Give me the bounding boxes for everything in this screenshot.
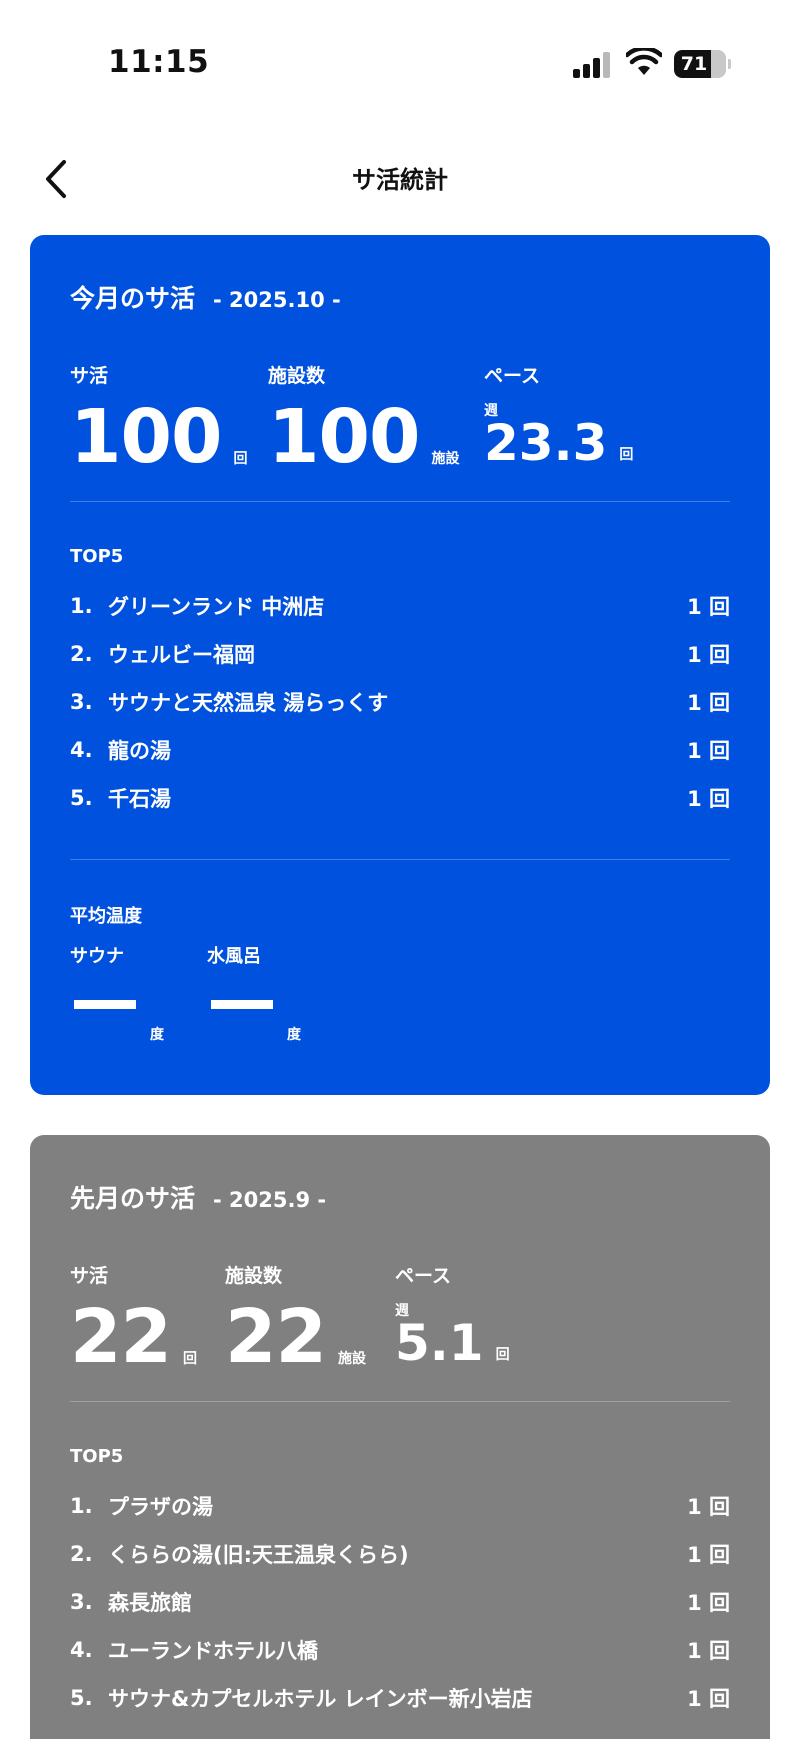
top5-count: 1 回 xyxy=(687,1639,730,1663)
battery-tip xyxy=(728,59,731,69)
visits-stat: サ活 22 回 xyxy=(70,1261,225,1374)
top5-item[interactable]: 2. くららの湯(旧:天王温泉くらら) 1 回 xyxy=(70,1530,730,1578)
visits-unit: 回 xyxy=(233,451,248,467)
top5-facility-name: 森長旅館 xyxy=(108,1591,192,1615)
cellular-signal-icon xyxy=(573,52,613,78)
facilities-value: 100 xyxy=(268,394,420,480)
top5-rank: 3. xyxy=(70,690,93,714)
top5-rank: 5. xyxy=(70,1686,93,1710)
top5-rank: 4. xyxy=(70,1638,93,1662)
top5-item[interactable]: 1. プラザの湯 1 回 xyxy=(70,1482,730,1530)
top5-label: TOP5 xyxy=(70,546,124,567)
top5-count: 1 回 xyxy=(687,787,730,811)
card-title: 先月のサ活 xyxy=(70,1184,196,1213)
card-title: 今月のサ活 xyxy=(70,284,196,313)
previous-month-card: 先月のサ活 - 2025.9 - サ活 22 回 施設数 22 施設 ペース 週… xyxy=(30,1135,770,1739)
top5-rank: 5. xyxy=(70,786,93,810)
water-bath-temp: 水風呂 度 xyxy=(207,942,337,1052)
divider xyxy=(70,859,730,860)
top5-item[interactable]: 5. 千石湯 1 回 xyxy=(70,774,730,822)
visits-stat: サ活 100 回 xyxy=(70,361,268,474)
avg-temp-label: 平均温度 xyxy=(70,906,142,927)
battery-icon: 71 xyxy=(674,50,726,78)
pace-unit: 回 xyxy=(495,1347,510,1363)
visits-value: 22 xyxy=(70,1294,172,1380)
facilities-stat: 施設数 100 施設 xyxy=(268,361,484,474)
top5-item[interactable]: 2. ウェルビー福岡 1 回 xyxy=(70,630,730,678)
top5-rank: 1. xyxy=(70,1494,93,1518)
top5-facility-name: ユーランドホテル八橋 xyxy=(108,1639,318,1663)
top5-facility-name: サウナ&カプセルホテル レインボー新小岩店 xyxy=(108,1687,533,1711)
top5-item[interactable]: 1. グリーンランド 中洲店 1 回 xyxy=(70,582,730,630)
top5-rank: 1. xyxy=(70,594,93,618)
top5-facility-name: 千石湯 xyxy=(108,787,171,811)
wifi-icon xyxy=(626,48,662,75)
pace-label: ペース xyxy=(395,1265,452,1287)
battery-level: 71 xyxy=(680,53,708,75)
pace-value: 5.1 xyxy=(395,1314,484,1372)
top5-count: 1 回 xyxy=(687,1495,730,1519)
top5-facility-name: 龍の湯 xyxy=(108,739,171,763)
water-bath-temp-unit: 度 xyxy=(287,1027,301,1043)
top5-list: 1. プラザの湯 1 回 2. くららの湯(旧:天王温泉くらら) 1 回 3. … xyxy=(70,1482,730,1722)
pace-label: ペース xyxy=(484,365,541,387)
status-bar: 11:15 71 xyxy=(0,0,800,100)
water-bath-temp-empty-dash xyxy=(211,1000,273,1009)
facilities-label: 施設数 xyxy=(268,365,326,387)
top5-count: 1 回 xyxy=(687,1591,730,1615)
top5-item[interactable]: 3. サウナと天然温泉 湯らっくす 1 回 xyxy=(70,678,730,726)
visits-value: 100 xyxy=(70,394,222,480)
stats-row: サ活 22 回 施設数 22 施設 ペース 週 5.1 回 xyxy=(70,1261,510,1374)
top5-item[interactable]: 3. 森長旅館 1 回 xyxy=(70,1578,730,1626)
top5-count: 1 回 xyxy=(687,643,730,667)
sauna-temp-unit: 度 xyxy=(150,1027,164,1043)
top5-item[interactable]: 5. サウナ&カプセルホテル レインボー新小岩店 1 回 xyxy=(70,1674,730,1722)
pace-stat: ペース 週 5.1 回 xyxy=(395,1261,510,1374)
top5-count: 1 回 xyxy=(687,691,730,715)
top5-facility-name: サウナと天然温泉 湯らっくす xyxy=(108,691,389,715)
top5-label: TOP5 xyxy=(70,1446,124,1467)
status-time: 11:15 xyxy=(108,44,210,80)
water-bath-temp-label: 水風呂 xyxy=(207,946,261,967)
top5-list: 1. グリーンランド 中洲店 1 回 2. ウェルビー福岡 1 回 3. サウナ… xyxy=(70,582,730,822)
stats-row: サ活 100 回 施設数 100 施設 ペース 週 23.3 回 xyxy=(70,361,633,474)
sauna-temp-empty-dash xyxy=(74,1000,136,1009)
top5-facility-name: くららの湯(旧:天王温泉くらら) xyxy=(108,1543,409,1567)
page-title: サ活統計 xyxy=(352,166,448,194)
top5-item[interactable]: 4. 龍の湯 1 回 xyxy=(70,726,730,774)
divider xyxy=(70,501,730,502)
visits-label: サ活 xyxy=(70,1265,109,1287)
top5-facility-name: ウェルビー福岡 xyxy=(108,643,255,667)
facilities-label: 施設数 xyxy=(225,1265,283,1287)
card-period: - 2025.9 - xyxy=(213,1188,327,1212)
sauna-temp-label: サウナ xyxy=(70,946,124,967)
top5-count: 1 回 xyxy=(687,595,730,619)
top5-count: 1 回 xyxy=(687,1687,730,1711)
facilities-stat: 施設数 22 施設 xyxy=(225,1261,395,1374)
divider xyxy=(70,1401,730,1402)
current-month-card: 今月のサ活 - 2025.10 - サ活 100 回 施設数 100 施設 ペー… xyxy=(30,235,770,1095)
top5-rank: 3. xyxy=(70,1590,93,1614)
top5-facility-name: グリーンランド 中洲店 xyxy=(108,595,325,619)
top5-item[interactable]: 4. ユーランドホテル八橋 1 回 xyxy=(70,1626,730,1674)
sauna-temp: サウナ 度 xyxy=(70,942,200,1052)
top5-count: 1 回 xyxy=(687,1543,730,1567)
nav-header: サ活統計 xyxy=(0,140,800,220)
visits-unit: 回 xyxy=(182,1351,197,1367)
visits-label: サ活 xyxy=(70,365,109,387)
pace-stat: ペース 週 23.3 回 xyxy=(484,361,633,474)
top5-rank: 4. xyxy=(70,738,93,762)
facilities-unit: 施設 xyxy=(337,1351,366,1367)
facilities-value: 22 xyxy=(225,1294,327,1380)
top5-rank: 2. xyxy=(70,1542,93,1566)
top5-count: 1 回 xyxy=(687,739,730,763)
facilities-unit: 施設 xyxy=(431,451,460,467)
pace-value: 23.3 xyxy=(484,414,608,472)
card-period: - 2025.10 - xyxy=(213,288,341,312)
pace-unit: 回 xyxy=(619,447,634,463)
top5-rank: 2. xyxy=(70,642,93,666)
top5-facility-name: プラザの湯 xyxy=(108,1495,213,1519)
